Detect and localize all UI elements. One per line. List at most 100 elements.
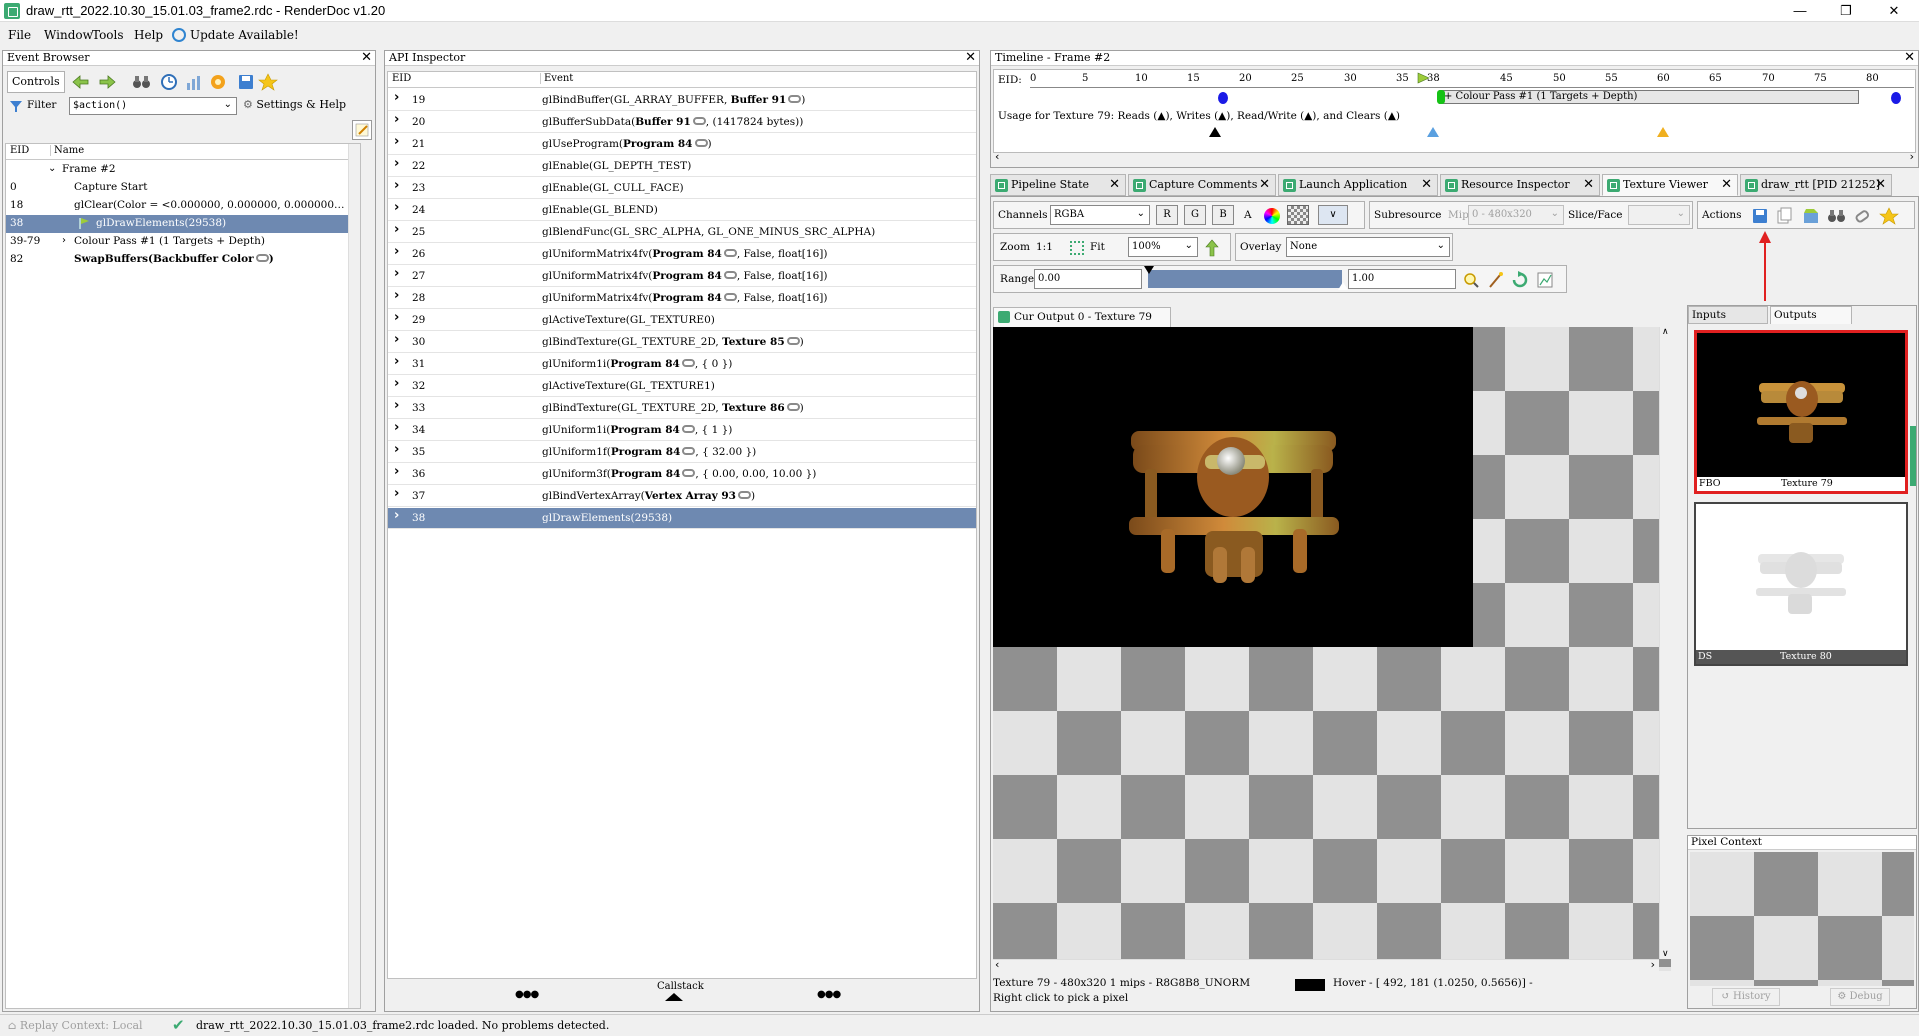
link-icon[interactable] (681, 359, 695, 367)
tree-row-frame[interactable]: ⌄ Frame #2 (6, 161, 360, 179)
callstack-label[interactable]: Callstack (657, 981, 704, 992)
range-max-handle[interactable] (1338, 282, 1348, 290)
back-arrow-icon[interactable] (72, 75, 89, 89)
link-icon[interactable] (723, 293, 737, 301)
tab-resource-inspector[interactable]: Resource Inspector ✕ (1440, 174, 1600, 196)
range-histogram-slider[interactable] (1148, 270, 1342, 288)
chevron-right-icon[interactable]: › (394, 420, 399, 435)
chevron-right-icon[interactable]: › (394, 244, 399, 259)
chevron-right-icon[interactable]: › (394, 90, 399, 105)
chevron-right-icon[interactable]: › (394, 156, 399, 171)
fit-icon[interactable] (1070, 241, 1084, 255)
fit-label[interactable]: Fit (1090, 241, 1105, 253)
link-icon[interactable] (682, 447, 696, 455)
tree-row-swapbuffers[interactable]: 82 SwapBuffers(Backbuffer Color) (6, 251, 360, 269)
api-event-row[interactable]: › 38 glDrawElements(29538) (388, 508, 976, 529)
api-resource-name[interactable]: Program 84 (623, 138, 693, 150)
api-inspector-close-icon[interactable]: ✕ (965, 51, 976, 65)
replay-context[interactable]: ⌂ Replay Context: Local (8, 1019, 143, 1032)
output-thumbnail-ds[interactable]: DS Texture 80 (1694, 502, 1908, 666)
overlay-select[interactable]: None ⌄ (1286, 237, 1450, 257)
link-icon[interactable] (788, 95, 802, 103)
link-icon[interactable] (682, 469, 696, 477)
chevron-right-icon[interactable]: › (394, 354, 399, 369)
api-event-row[interactable]: › 36 glUniform3f(Program 84 , { 0.00, 0.00,… (388, 464, 976, 485)
link-icon[interactable] (786, 403, 800, 411)
event-tree-scrollbar[interactable] (348, 144, 360, 1008)
chevron-right-icon[interactable]: › (394, 376, 399, 391)
range-min-handle[interactable] (1144, 266, 1154, 274)
api-resource-name[interactable]: Program 84 (652, 248, 722, 260)
api-event-row[interactable]: › 28 glUniformMatrix4fv(Program 84 , False,… (388, 288, 976, 309)
chart-icon[interactable] (187, 76, 200, 90)
api-event-row[interactable]: › 21 glUseProgram(Program 84) (388, 134, 976, 155)
range-max-input[interactable]: 1.00 (1352, 273, 1374, 284)
pixel-context-view[interactable] (1690, 852, 1914, 986)
maximize-button[interactable]: ❐ (1823, 0, 1869, 22)
col-eid-header[interactable]: EID (10, 145, 29, 156)
channel-r-toggle[interactable]: R (1156, 205, 1178, 225)
channel-g-toggle[interactable]: G (1184, 205, 1206, 225)
zoom-select[interactable]: 100% ⌄ (1128, 237, 1198, 257)
callstack-expand-icon[interactable] (665, 993, 683, 1001)
chevron-right-icon[interactable]: › (394, 134, 399, 149)
favorite-star-icon[interactable] (1879, 207, 1899, 225)
colour-pass-marker[interactable]: + Colour Pass #1 (1 Targets + Depth) (1439, 90, 1859, 104)
color-wheel-icon[interactable] (1264, 208, 1280, 224)
settings-help-button[interactable]: ⚙ Settings & Help (243, 98, 346, 111)
api-event-row[interactable]: › 26 glUniformMatrix4fv(Program 84 , False,… (388, 244, 976, 265)
zoom-1-1-button[interactable]: 1:1 (1036, 241, 1053, 253)
bookmark-star-icon[interactable] (211, 75, 225, 89)
timeline-close-icon[interactable]: ✕ (1904, 51, 1915, 65)
link-icon[interactable] (723, 249, 737, 257)
auto-fit-wand-icon[interactable] (1489, 272, 1503, 288)
link-icon[interactable] (692, 117, 706, 125)
api-event-row[interactable]: › 27 glUniformMatrix4fv(Program 84 , False,… (388, 266, 976, 287)
save-texture-icon[interactable] (1753, 209, 1767, 223)
scroll-down-icon[interactable]: ∨ (1662, 949, 1669, 959)
texture-canvas[interactable]: ∧ ∨ ‹ › (993, 327, 1671, 971)
tab-draw-rtt-pid-21252[interactable]: draw_rtt [PID 21252] ✕ (1740, 174, 1892, 196)
chevron-right-icon[interactable]: › (394, 508, 399, 523)
menu-help[interactable]: Help (134, 28, 163, 42)
save-icon[interactable] (239, 75, 253, 89)
link-icon[interactable] (786, 337, 800, 345)
close-window-button[interactable]: ✕ (1871, 0, 1917, 22)
scroll-right-icon[interactable]: › (1910, 150, 1914, 163)
col-name-header[interactable]: Name (50, 145, 84, 156)
api-resource-name[interactable]: Program 84 (610, 424, 680, 436)
open-resource-icon[interactable] (1804, 209, 1818, 223)
find-binoculars-icon[interactable] (1828, 210, 1845, 222)
chevron-right-icon[interactable]: › (394, 398, 399, 413)
api-resource-name[interactable]: Texture 86 (722, 402, 785, 414)
tab-texture-viewer[interactable]: Texture Viewer ✕ (1602, 174, 1738, 196)
edit-note-icon[interactable] (352, 120, 372, 140)
api-event-row[interactable]: › 37 glBindVertexArray(Vertex Array 93) (388, 486, 976, 507)
link-icon[interactable] (694, 139, 708, 147)
texture-image[interactable] (993, 327, 1473, 647)
link-icon[interactable] (255, 254, 269, 262)
api-event-row[interactable]: › 30 glBindTexture(GL_TEXTURE_2D, Texture … (388, 332, 976, 353)
callstack-right-dots[interactable]: ●●● (817, 989, 841, 1000)
zoom-magnifier-icon[interactable] (1464, 273, 1479, 288)
col-eid-header[interactable]: EID (392, 73, 411, 84)
api-event-row[interactable]: › 29 glActiveTexture(GL_TEXTURE0) (388, 310, 976, 331)
find-binoculars-icon[interactable] (133, 76, 150, 88)
channels-select[interactable]: RGBA ⌄ (1050, 205, 1150, 225)
channel-b-toggle[interactable]: B (1212, 205, 1234, 225)
chevron-right-icon[interactable]: › (394, 178, 399, 193)
menu-file[interactable]: File (8, 28, 31, 42)
api-event-row[interactable]: › 34 glUniform1i(Program 84 , { 1 }) (388, 420, 976, 441)
api-event-row[interactable]: › 25 glBlendFunc(GL_SRC_ALPHA, GL_ONE_MINU… (388, 222, 976, 243)
link-icon[interactable] (681, 425, 695, 433)
favorite-star-icon[interactable] (258, 73, 278, 91)
range-min-input[interactable]: 0.00 (1038, 273, 1060, 284)
api-event-row[interactable]: › 31 glUniform1i(Program 84 , { 0 }) (388, 354, 976, 375)
menu-tools[interactable]: Tools (92, 28, 124, 42)
chevron-right-icon[interactable]: › (394, 200, 399, 215)
chevron-right-icon[interactable]: › (394, 442, 399, 457)
chevron-right-icon[interactable]: › (394, 222, 399, 237)
filter-input[interactable]: $action() ⌄ (69, 97, 237, 115)
tree-row-capture-start[interactable]: 0 Capture Start (6, 179, 360, 197)
tab-launch-application[interactable]: Launch Application ✕ (1278, 174, 1438, 196)
